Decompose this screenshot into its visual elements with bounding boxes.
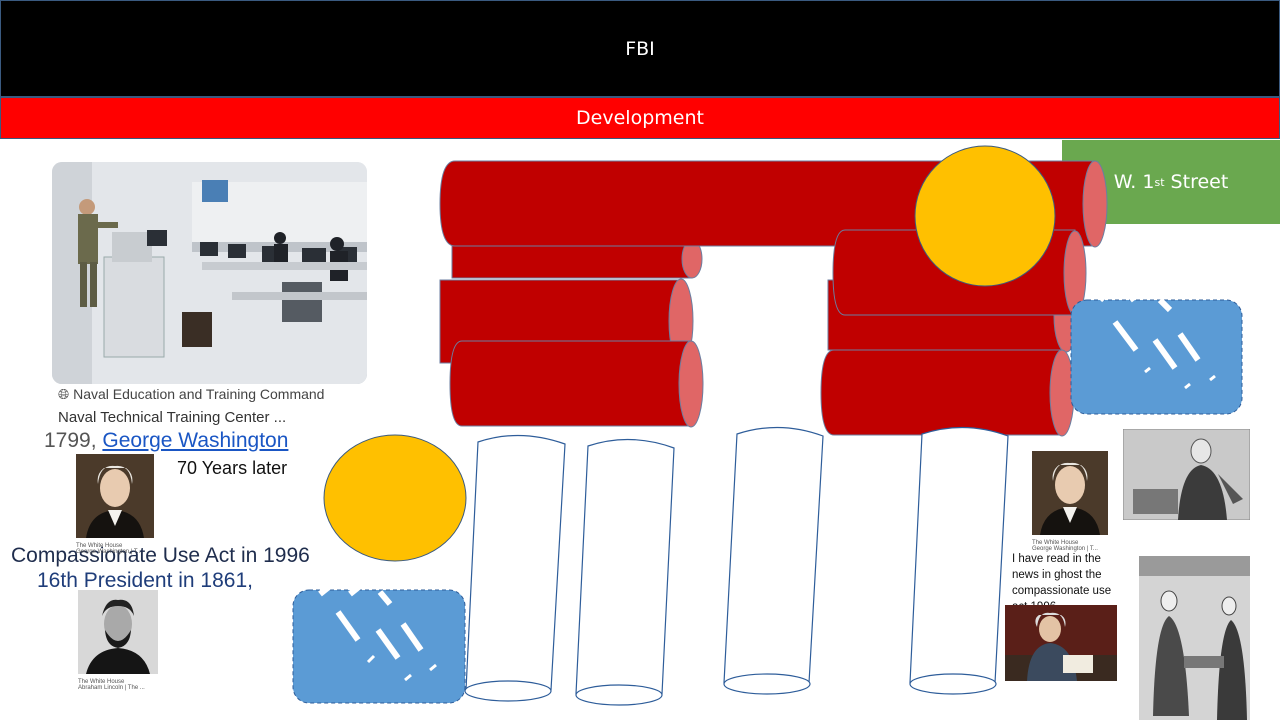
- red-log: [449, 340, 692, 427]
- washington-portrait-icon: [1032, 451, 1108, 535]
- red-log: [832, 229, 1076, 316]
- red-log-end: [681, 239, 703, 279]
- franklin-portrait-image: [1005, 605, 1117, 681]
- white-column: [575, 438, 675, 703]
- lincoln-thumb[interactable]: The White House Abraham Lincoln | The ..…: [78, 590, 160, 694]
- photo-source: 🌐︎ Naval Education and Training Command: [58, 386, 325, 402]
- red-log-end: [668, 278, 694, 364]
- washington-link[interactable]: George Washington: [102, 429, 288, 452]
- washington-portrait-icon: [76, 454, 154, 538]
- seventy-years-text: 70 Years later: [177, 458, 288, 478]
- photo-title[interactable]: Naval Technical Training Center ...: [58, 409, 286, 426]
- red-log-end: [1063, 230, 1087, 316]
- red-log-end: [678, 340, 704, 428]
- thumb-title: George Washington | T...: [76, 549, 142, 555]
- classroom-illustration: [52, 162, 367, 384]
- yellow-circle: [323, 434, 467, 562]
- thumb-title: Abraham Lincoln | The ...: [78, 685, 145, 691]
- street-sign: W. 1st Street: [1062, 140, 1280, 224]
- rain-cloud: [1070, 299, 1243, 415]
- street-text: W. 1: [1113, 171, 1155, 193]
- year-1799: 1799,: [44, 429, 97, 452]
- compassionate-use-text: Compassionate Use Act in 1996: [11, 544, 310, 567]
- rain-cloud: [292, 589, 466, 704]
- white-column: [909, 426, 1009, 692]
- red-log: [439, 160, 1096, 247]
- historical-scene-engraving-image: [1139, 556, 1250, 720]
- subheader-title: Development: [576, 107, 704, 129]
- red-log-end: [1049, 349, 1075, 437]
- white-column: [723, 426, 824, 692]
- white-column: [465, 434, 566, 699]
- subheader-bar: Development: [0, 97, 1280, 139]
- washington-thumb-left[interactable]: The White House George Washington | T...: [76, 454, 154, 555]
- washington-thumb-right[interactable]: The White House George Washington | T...: [1032, 451, 1110, 555]
- red-log: [451, 239, 693, 279]
- washington-engraving-image: [1123, 429, 1250, 520]
- red-log: [820, 349, 1063, 436]
- red-log: [827, 279, 1069, 351]
- red-log-end: [1053, 279, 1079, 353]
- yellow-circle: [914, 145, 1056, 287]
- header-title: FBI: [625, 37, 655, 60]
- year-1799-line: 1799, George Washington: [44, 429, 288, 453]
- classroom-photo: [52, 162, 367, 384]
- street-tail: Street: [1164, 171, 1229, 193]
- street-suffix: st: [1154, 175, 1165, 189]
- lincoln-portrait-icon: [78, 590, 158, 674]
- header-bar: FBI: [0, 0, 1280, 97]
- red-log: [439, 279, 681, 364]
